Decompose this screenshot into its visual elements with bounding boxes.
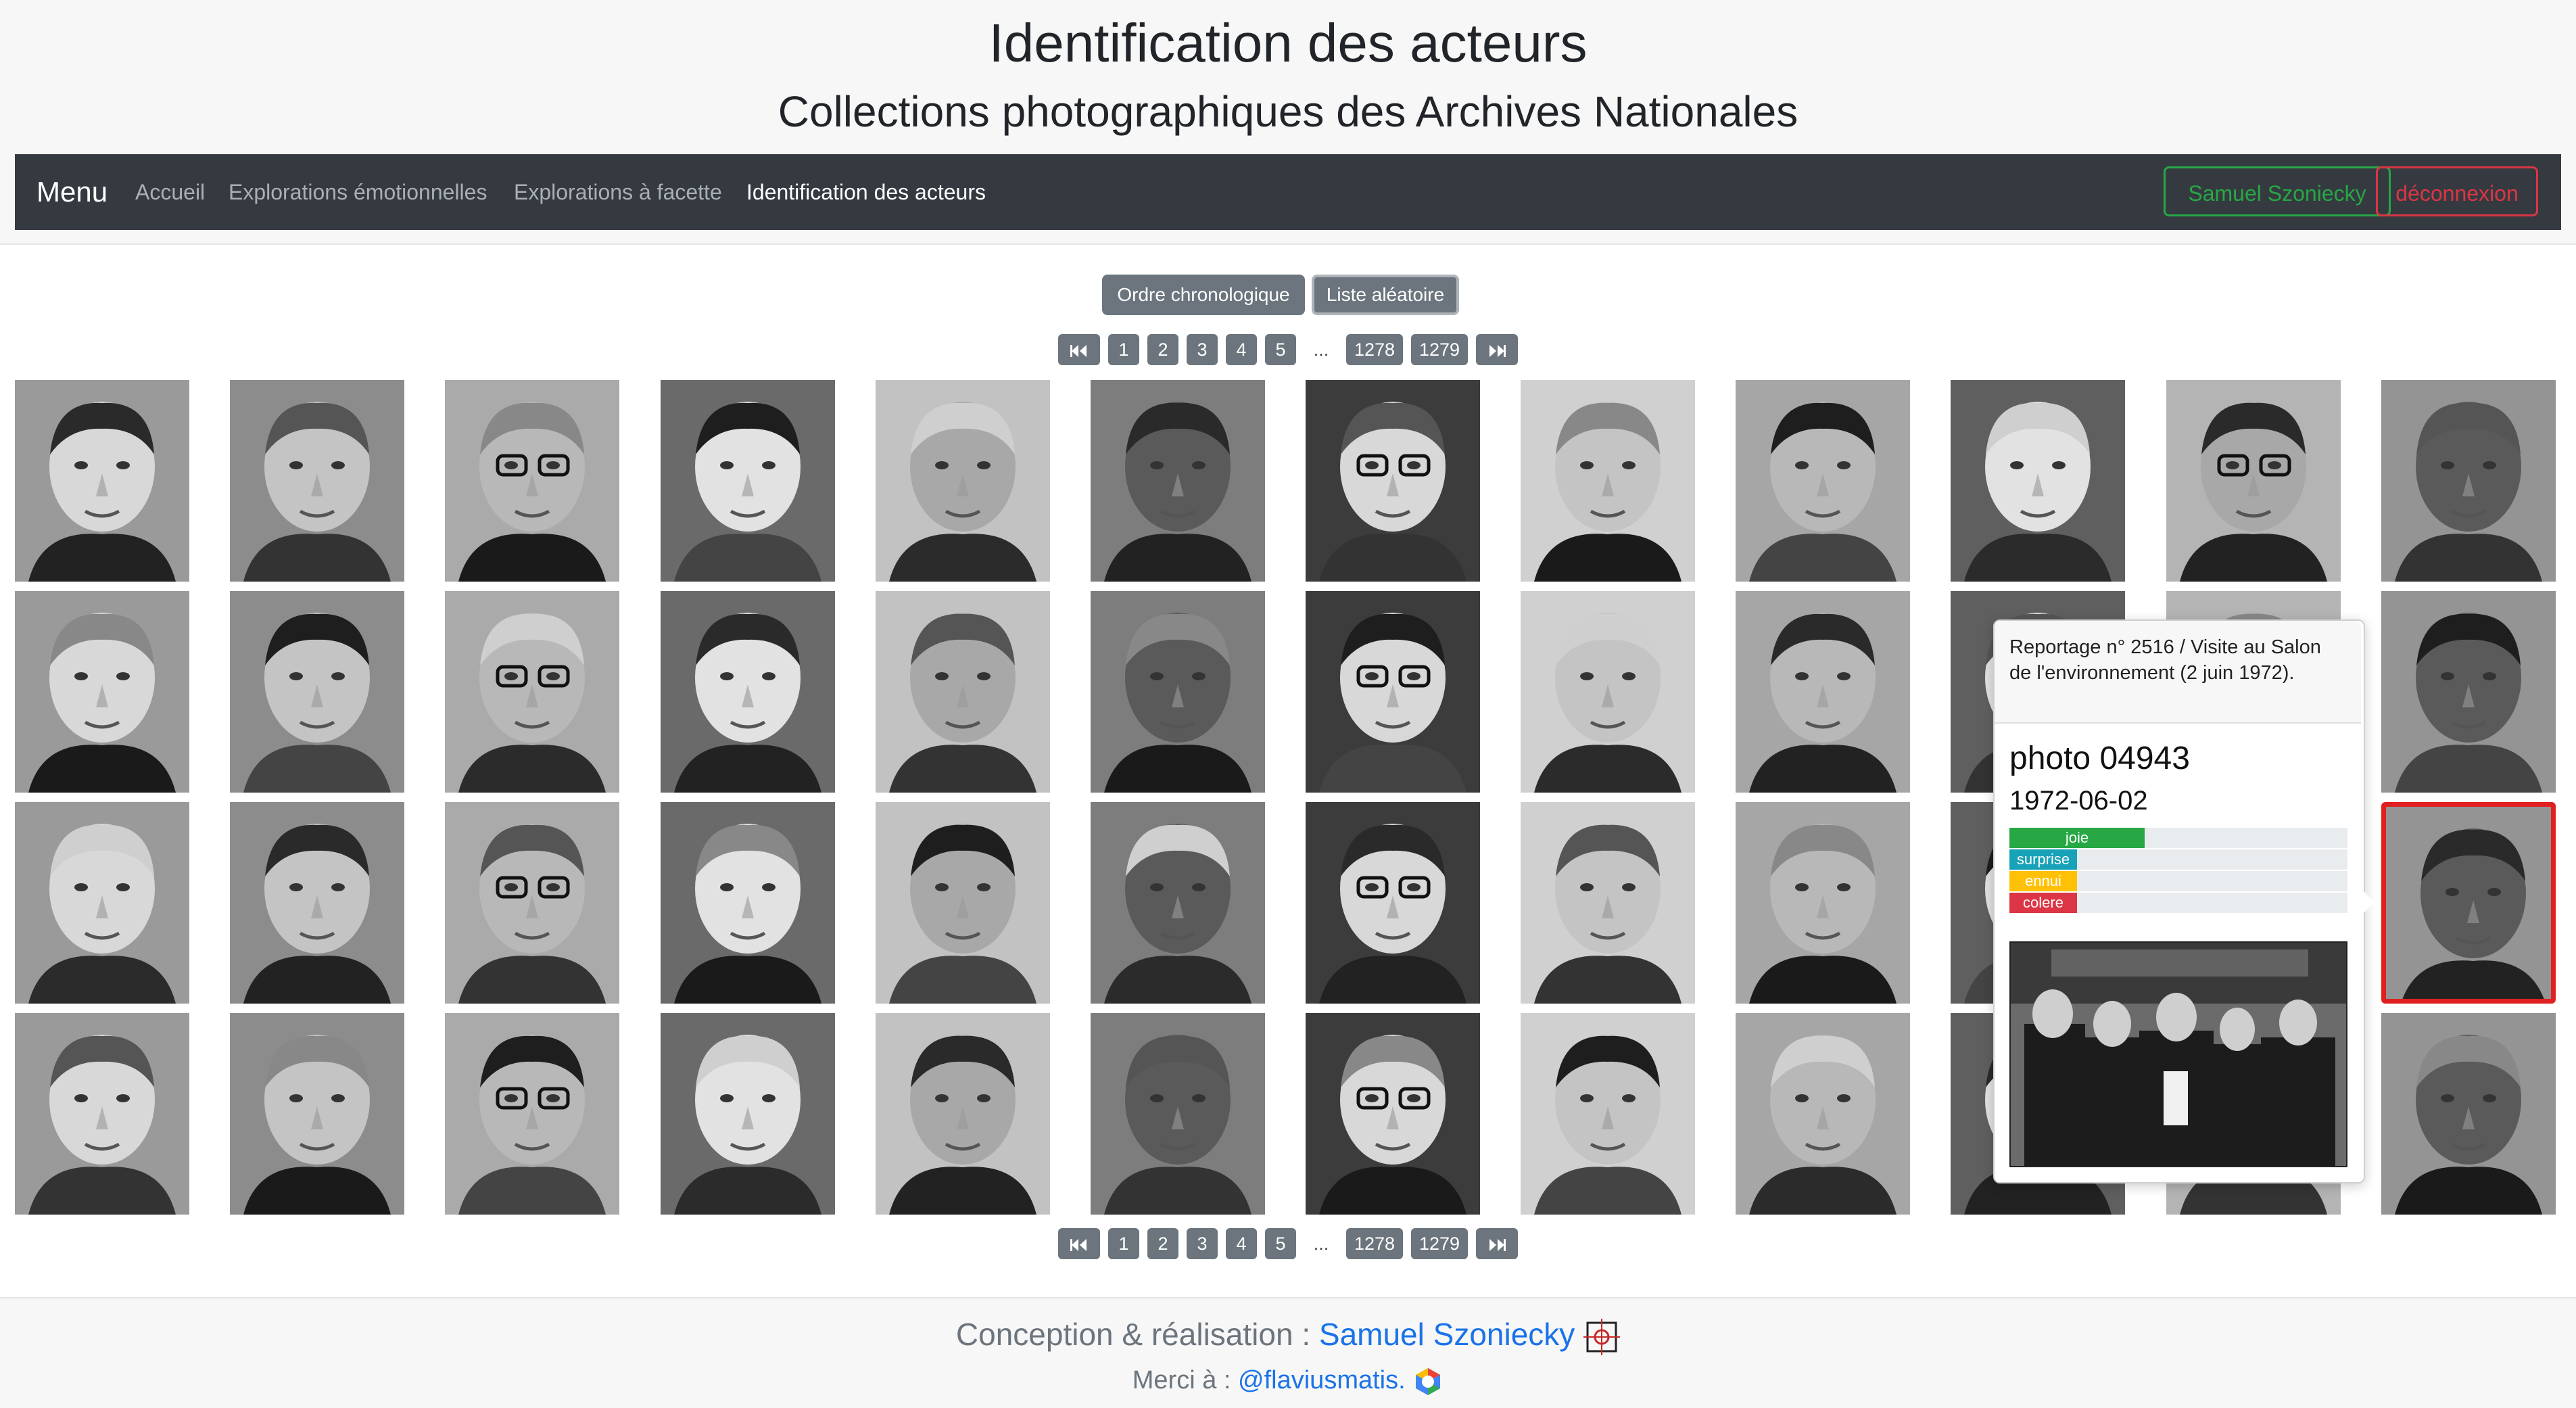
photo-thumbnail[interactable] [445,802,619,1004]
emotion-bar-ennui: ennui [2009,871,2077,891]
photo-thumbnail[interactable] [1521,591,1695,793]
pagination-page-1279[interactable]: 1279 [1411,1228,1468,1259]
photo-thumbnail[interactable] [661,591,835,793]
footer: Conception & réalisation : Samuel Szonie… [0,1297,2576,1408]
photo-thumbnail[interactable] [15,802,189,1004]
double-chevron-left-icon [1069,1234,1089,1254]
photo-thumbnail[interactable] [1951,380,2125,582]
double-chevron-right-icon [1487,1234,1507,1254]
photo-thumbnail[interactable] [2381,1013,2556,1215]
emotion-track-colere: colere [2009,893,2347,913]
photo-thumbnail[interactable] [1091,591,1265,793]
pagination-page-5[interactable]: 5 [1265,1228,1296,1259]
photo-thumbnail[interactable] [661,1013,835,1215]
popover-header: Reportage n° 2516 / Visite au Salon de l… [1995,621,2361,724]
photo-thumbnail[interactable] [876,1013,1050,1215]
photo-thumbnail[interactable] [1306,591,1480,793]
photo-thumbnail[interactable] [15,1013,189,1215]
footer-credit: Conception & réalisation : Samuel Szonie… [0,1316,2576,1355]
photo-thumbnail[interactable] [1736,802,1910,1004]
laboratoire-paragraphe-logo [1583,1318,1621,1355]
google-cloud-platform-logo [1412,1366,1444,1397]
pagination-last-button[interactable] [1476,1228,1518,1259]
emotion-track-ennui: ennui [2009,871,2347,891]
photo-thumbnail[interactable] [445,380,619,582]
photo-thumbnail[interactable] [1306,1013,1480,1215]
photo-thumbnail[interactable] [2381,380,2556,582]
pagination-page-1278[interactable]: 1278 [1346,1228,1403,1259]
photo-thumbnail-selected[interactable] [2381,802,2556,1004]
photo-thumbnail[interactable] [1736,380,1910,582]
thanks-handle-link[interactable]: @flaviusmatis. [1238,1366,1406,1394]
pagination-page-1[interactable]: 1 [1108,1228,1139,1259]
popover-photo-title: photo 04943 [2009,741,2190,776]
pagination-page-2[interactable]: 2 [1147,1228,1178,1259]
photo-thumbnail[interactable] [661,802,835,1004]
photo-thumbnail[interactable] [1091,802,1265,1004]
photo-thumbnail[interactable] [445,591,619,793]
photo-thumbnail[interactable] [230,591,404,793]
credit-prefix: Conception & réalisation : [955,1317,1311,1352]
pagination-ellipsis: ... [1313,1234,1329,1254]
photo-thumbnail[interactable] [876,591,1050,793]
credit-author-link[interactable]: Samuel Szoniecky [1319,1317,1575,1352]
photo-thumbnail[interactable] [876,380,1050,582]
photo-thumbnail[interactable] [876,802,1050,1004]
emotion-track-joie: joie [2009,828,2347,848]
photo-thumbnail[interactable] [1521,380,1695,582]
photo-thumbnail[interactable] [15,380,189,582]
photo-thumbnail[interactable] [661,380,835,582]
popover-date: 1972-06-02 [2009,786,2148,816]
popover-arrow [2360,887,2375,917]
photo-thumbnail[interactable] [1091,380,1265,582]
popover-reportage: Reportage n° 2516 / Visite au Salon de l… [2009,636,2321,684]
pagination-page-3[interactable]: 3 [1187,1228,1218,1259]
photo-thumbnail[interactable] [1736,1013,1910,1215]
photo-thumbnail[interactable] [1306,802,1480,1004]
photo-popover: Reportage n° 2516 / Visite au Salon de l… [1993,619,2365,1183]
emotion-bar-joie: joie [2009,828,2145,848]
photo-thumbnail[interactable] [2166,380,2341,582]
photo-thumbnail[interactable] [1736,591,1910,793]
photo-thumbnail[interactable] [230,802,404,1004]
popover-photo[interactable] [2009,941,2347,1167]
photo-thumbnail[interactable] [2381,591,2556,793]
photo-thumbnail[interactable] [15,591,189,793]
photo-thumbnail[interactable] [230,1013,404,1215]
thanks-prefix: Merci à : [1132,1366,1231,1395]
photo-thumbnail[interactable] [1306,380,1480,582]
photo-thumbnail[interactable] [230,380,404,582]
photo-thumbnail[interactable] [445,1013,619,1215]
photo-thumbnail[interactable] [1091,1013,1265,1215]
photo-thumbnail[interactable] [1521,802,1695,1004]
photo-thumbnail[interactable] [1521,1013,1695,1215]
emotion-bar-surprise: surprise [2009,849,2077,870]
emotion-track-surprise: surprise [2009,849,2347,870]
pagination-first-button[interactable] [1058,1228,1100,1259]
emotion-bar-colere: colere [2009,893,2077,913]
pagination-page-4[interactable]: 4 [1226,1228,1257,1259]
footer-thanks: Merci à : @flaviusmatis. [0,1366,2576,1397]
